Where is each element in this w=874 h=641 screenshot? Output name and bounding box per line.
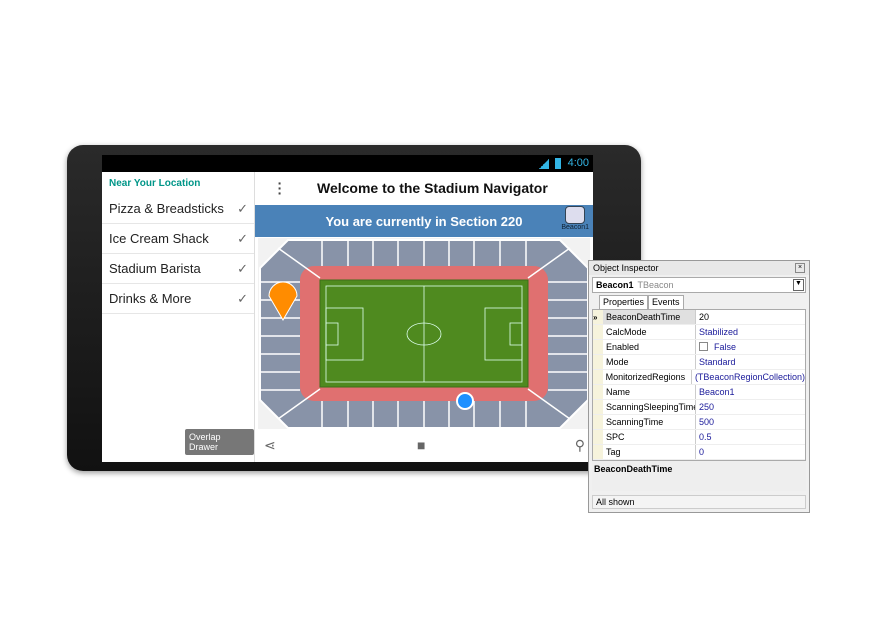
property-key: MonitorizedRegions <box>603 370 692 384</box>
property-value[interactable]: 500 <box>696 415 714 429</box>
check-icon: ✓ <box>237 290 248 306</box>
stadium-map[interactable] <box>258 238 590 429</box>
page-title: Welcome to the Stadium Navigator <box>317 180 548 196</box>
battery-icon <box>555 158 561 169</box>
more-menu-icon[interactable]: · · · <box>277 176 283 200</box>
property-value[interactable]: 0 <box>696 445 704 459</box>
tab-events[interactable]: Events <box>648 295 684 309</box>
check-icon: ✓ <box>237 200 248 216</box>
item-label: Stadium Barista <box>109 261 201 276</box>
property-value[interactable]: Stabilized <box>696 325 738 339</box>
property-row[interactable]: CalcMode Stabilized <box>593 325 805 340</box>
share-icon[interactable]: ⋖ <box>264 437 276 454</box>
property-value[interactable]: 0.5 <box>696 430 712 444</box>
drawer: Near Your Location Pizza & Breadsticks ✓ … <box>102 172 255 462</box>
property-row[interactable]: SPC 0.5 <box>593 430 805 445</box>
property-key: ScanningTime <box>603 415 696 429</box>
list-item[interactable]: Pizza & Breadsticks ✓ <box>102 194 254 224</box>
property-grid: » BeaconDeathTime 20 CalcMode Stabilized En… <box>592 309 806 461</box>
property-key: SPC <box>603 430 696 444</box>
beacon-label: Beacon1 <box>561 224 589 231</box>
property-value[interactable]: Standard <box>696 355 736 369</box>
property-row[interactable]: Name Beacon1 <box>593 385 805 400</box>
property-row[interactable]: » BeaconDeathTime 20 <box>593 310 805 325</box>
inspector-status: All shown <box>592 495 806 509</box>
property-key: ScanningSleepingTime <box>603 400 696 414</box>
check-icon: ✓ <box>237 260 248 276</box>
inspector-titlebar: Object Inspector × <box>589 261 809 275</box>
chevron-down-icon[interactable]: ▼ <box>793 279 804 291</box>
drawer-header: Near Your Location <box>109 178 201 189</box>
property-value[interactable]: 250 <box>696 400 714 414</box>
main-panel: · · · Welcome to the Stadium Navigator You… <box>255 172 593 462</box>
list-item[interactable]: Ice Cream Shack ✓ <box>102 224 254 254</box>
item-label: Drinks & More <box>109 291 192 306</box>
property-value[interactable]: (TBeaconRegionCollection) <box>692 370 805 384</box>
section-text: You are currently in Section 220 <box>325 213 523 229</box>
property-description: BeaconDeathTime <box>592 461 806 491</box>
section-banner: You are currently in Section 220 Beacon1 <box>255 205 593 237</box>
property-key: Tag <box>603 445 696 459</box>
overlap-drawer-button[interactable]: Overlap Drawer <box>185 429 254 455</box>
video-camera-icon[interactable]: ■ <box>417 437 425 453</box>
list-item[interactable]: Drinks & More ✓ <box>102 284 254 314</box>
close-icon[interactable]: × <box>795 263 805 273</box>
item-label: Ice Cream Shack <box>109 231 209 246</box>
property-row[interactable]: Tag 0 <box>593 445 805 460</box>
check-icon: ✓ <box>237 230 248 246</box>
property-value: False <box>714 342 737 352</box>
signal-icon <box>539 159 549 169</box>
property-value[interactable]: Beacon1 <box>696 385 735 399</box>
beacon-component[interactable]: Beacon1 <box>561 206 589 231</box>
current-row-icon: » <box>593 310 603 324</box>
property-key: CalcMode <box>603 325 696 339</box>
search-icon[interactable]: ⚲ <box>575 437 585 454</box>
app-bar: · · · Welcome to the Stadium Navigator <box>255 172 593 205</box>
inspector-title: Object Inspector <box>593 263 659 273</box>
property-value[interactable]: 20 <box>696 310 709 324</box>
object-type: TBeacon <box>637 280 674 290</box>
clock: 4:00 <box>567 157 589 169</box>
property-row[interactable]: ScanningSleepingTime 250 <box>593 400 805 415</box>
property-key: BeaconDeathTime <box>603 310 696 324</box>
status-bar: 4:00 <box>102 155 593 172</box>
property-key: Name <box>603 385 696 399</box>
list-item[interactable]: Stadium Barista ✓ <box>102 254 254 284</box>
property-row[interactable]: MonitorizedRegions (TBeaconRegionCollecti… <box>593 370 805 385</box>
current-location-icon <box>456 392 474 410</box>
property-row[interactable]: Enabled False <box>593 340 805 355</box>
enabled-checkbox[interactable] <box>699 342 708 351</box>
item-label: Pizza & Breadsticks <box>109 201 224 216</box>
object-inspector: Object Inspector × Beacon1 TBeacon ▼ Proper… <box>588 260 810 513</box>
beacon-icon <box>565 206 586 224</box>
bottom-toolbar: ⋖ ■ ⚲ <box>255 429 593 462</box>
property-row[interactable]: Mode Standard <box>593 355 805 370</box>
property-key: Mode <box>603 355 696 369</box>
tablet-screen: 4:00 Near Your Location Pizza & Breadsti… <box>102 155 593 462</box>
object-selector[interactable]: Beacon1 TBeacon ▼ <box>592 277 806 293</box>
property-key: Enabled <box>603 340 696 354</box>
property-row[interactable]: ScanningTime 500 <box>593 415 805 430</box>
object-name: Beacon1 <box>596 280 634 290</box>
tab-properties[interactable]: Properties <box>599 295 649 309</box>
